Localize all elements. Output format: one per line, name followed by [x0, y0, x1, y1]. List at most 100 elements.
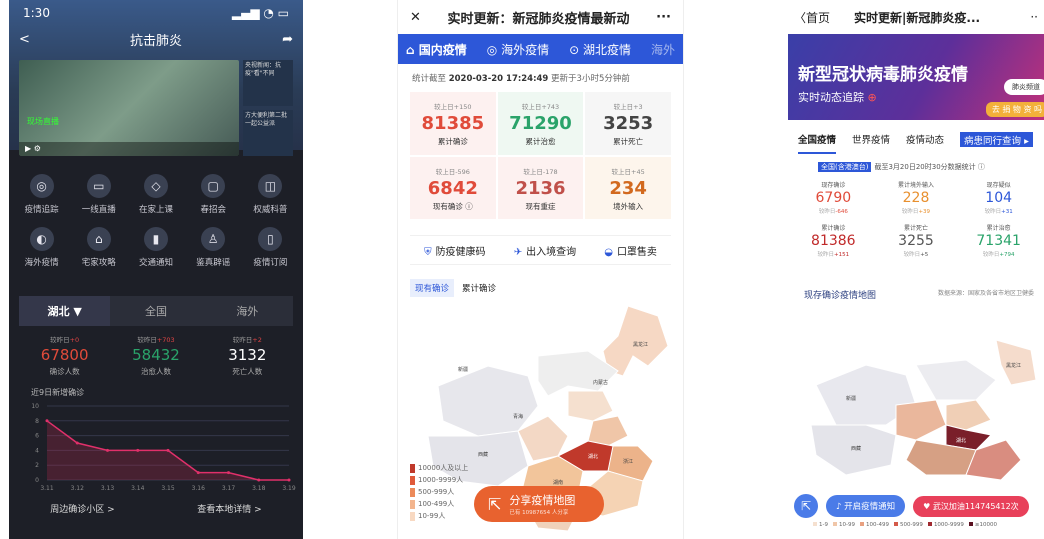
card-label: 现有确诊 ⓘ — [432, 201, 473, 211]
feature-item[interactable]: ◐ 海外疫情 — [13, 227, 70, 268]
more-icon[interactable]: ··· — [656, 10, 671, 25]
share-label: 分享疫情地图 — [509, 494, 576, 507]
feature-item[interactable]: ◎ 疫情追踪 — [13, 174, 70, 215]
feature-item[interactable]: ▮ 交通通知 — [127, 227, 184, 268]
stat-label: 累计治愈 — [986, 225, 1011, 232]
local-detail-link[interactable]: 查看本地详情 > — [197, 502, 261, 515]
legend-label: 1-9 — [819, 522, 828, 528]
svg-text:新疆: 新疆 — [846, 395, 856, 402]
feature-item[interactable]: ♙ 鉴真辟谣 — [185, 227, 242, 268]
back-icon[interactable]: < — [19, 32, 30, 47]
share-map-button[interactable]: ⇱ 分享疫情地图 已有 10987654 人分享 — [474, 486, 604, 522]
tab-national[interactable]: 全国疫情 — [798, 132, 837, 154]
legend-swatch — [410, 487, 415, 497]
health-code-button[interactable]: ⛨ 防疫健康码 — [424, 243, 486, 258]
feature-item[interactable]: ◇ 在家上课 — [127, 174, 184, 215]
stat-item: 较昨日+2 3132 死亡人数 — [202, 334, 293, 377]
scope-tag: 全国(含港澳台) — [818, 162, 872, 172]
video-player[interactable]: 现场直播 ▶ ⚙ — [19, 60, 239, 156]
feature-item[interactable]: ▯ 疫情订阅 — [242, 227, 299, 268]
tab-news[interactable]: 疫情动态 — [906, 132, 944, 154]
tab-label: 湖北疫情 — [582, 42, 631, 57]
close-icon[interactable]: ✕ — [410, 10, 421, 25]
stat-value: 81386 — [811, 233, 856, 249]
heart-icon: ♥ — [923, 501, 933, 511]
side-video-2[interactable]: 方大便利第二批一起公益派 — [243, 110, 293, 156]
tab-national[interactable]: 全国 — [110, 296, 201, 326]
epidemic-tabs: ⌂ 国内疫情 ◎ 海外疫情 ⊙ 湖北疫情 海外 — [398, 34, 683, 64]
data-point — [196, 471, 200, 475]
legend-swatch — [813, 522, 817, 526]
stat-diff-prefix: 较昨日 — [50, 336, 70, 344]
clock: 1:30 — [23, 6, 50, 20]
stat-card: 较上日+45 234 境外输入 — [585, 156, 671, 219]
tab-travel-query[interactable]: 病患同行查询 ▸ — [960, 132, 1033, 147]
tab-hubei[interactable]: ⊙ 湖北疫情 — [569, 41, 631, 58]
channel-pill[interactable]: 肺炎频道 — [1004, 79, 1044, 95]
tabs: 全国疫情 世界疫情 疫情动态 病患同行查询 ▸ — [788, 120, 1044, 154]
x-tick-label: 3.12 — [71, 485, 85, 492]
feature-label: 疫情追踪 — [24, 205, 59, 215]
feature-icon: ◇ — [143, 174, 168, 198]
data-scope: 全国(含港澳台) 截至3月20日20时30分数据统计 ⓘ — [788, 154, 1044, 172]
china-map-2[interactable]: 新疆 黑龙江 西藏 湖北 — [806, 325, 1044, 495]
stat-diff-value: +151 — [834, 252, 850, 258]
tab-cumulative[interactable]: 累计确诊 — [462, 279, 496, 297]
donate-pill[interactable]: 去 捐 物 资 吗 — [985, 102, 1044, 117]
mask-sale-button[interactable]: ◒ 口罩售卖 — [604, 243, 657, 258]
side-video-1[interactable]: 央视新闻：抗疫"看"不同 — [243, 60, 293, 106]
cheer-button[interactable]: ♥ 武汉加油114745412次 — [913, 495, 1029, 517]
notify-button[interactable]: ♪ 开启疫情通知 — [826, 495, 906, 517]
feature-icon: ▭ — [86, 174, 111, 198]
border-query-button[interactable]: ✈ 出入境查询 — [514, 243, 576, 258]
stat-card: 较上日+3 3253 累计死亡 — [585, 92, 671, 155]
tab-overseas[interactable]: 海外 — [202, 296, 293, 326]
feature-item[interactable]: ◫ 权威科普 — [242, 174, 299, 215]
legend-swatch — [893, 522, 898, 526]
tab-domestic[interactable]: ⌂ 国内疫情 — [406, 41, 467, 58]
back-home-button[interactable]: 〈首页 — [794, 9, 830, 26]
stat-diff-prefix: 较昨日 — [901, 209, 919, 215]
more-icon[interactable]: ·· — [1030, 10, 1038, 24]
stat-item: 累计确诊 81386 较昨日+151 — [792, 223, 875, 258]
card-label: 境外输入 — [613, 201, 644, 211]
feature-icon: ▯ — [258, 227, 283, 251]
live-video[interactable]: 现场直播 ▶ ⚙ 央视新闻：抗疫"看"不同 方大便利第二批一起公益派 — [19, 60, 293, 156]
y-tick-label: 8 — [35, 418, 39, 425]
settings-icon[interactable]: ⚙ — [34, 144, 41, 153]
tab-world[interactable]: 世界疫情 — [852, 132, 890, 154]
banner: 新型冠状病毒肺炎疫情 实时动态追踪 ⊕ 肺炎频道 去 捐 物 资 吗 — [788, 34, 1044, 120]
tab-hubei[interactable]: 湖北 ▼ — [19, 296, 111, 326]
nearby-link[interactable]: 周边确诊小区 > — [50, 502, 114, 515]
stat-diff-value: +5 — [920, 252, 929, 258]
card-diff: 较上日+150 — [434, 103, 472, 111]
feature-item[interactable]: ▭ 一线直播 — [70, 174, 127, 215]
external-link-icon[interactable]: ⇱ — [794, 494, 818, 518]
footer-links: 周边确诊小区 > 查看本地详情 > — [9, 502, 303, 515]
notify-label: 开启疫情通知 — [844, 502, 896, 512]
stat-card: 较上日-596 6842 现有确诊 ⓘ — [410, 156, 496, 219]
status-bar: 1:30 ▂▄▆ ◔ ▭ — [9, 0, 303, 24]
service-bar: ⛨ 防疫健康码 ✈ 出入境查询 ◒ 口罩售卖 — [410, 235, 671, 265]
play-icon[interactable]: ▶ — [25, 144, 31, 153]
card-label: 累计确诊 — [437, 137, 468, 146]
stat-diff: 较昨日+794 — [957, 250, 1040, 258]
stat-item: 累计治愈 71341 较昨日+794 — [957, 223, 1040, 258]
update-info: 统计截至 2020-03-20 17:24:49 更新于3小时5分钟前 — [398, 64, 683, 92]
legend-item: 10-99人 — [410, 510, 468, 522]
tab-overseas-2[interactable]: 海外 — [651, 41, 675, 58]
feature-item[interactable]: ⌂ 宅家攻略 — [70, 227, 127, 268]
legend-swatch — [968, 522, 973, 526]
stat-diff-prefix: 较昨日 — [818, 209, 836, 215]
tab-overseas[interactable]: ◎ 海外疫情 — [487, 41, 549, 58]
x-tick-label: 3.14 — [131, 485, 145, 492]
card-value: 71290 — [509, 113, 572, 134]
video-controls[interactable]: ▶ ⚙ — [19, 142, 239, 156]
share-icon[interactable]: ➦ — [282, 32, 293, 47]
data-point — [227, 471, 230, 475]
feature-label: 权威科普 — [253, 205, 288, 215]
feature-item[interactable]: ▢ 春招会 — [185, 174, 242, 215]
feature-label: 春招会 — [200, 205, 226, 215]
data-point — [287, 478, 291, 482]
tab-current[interactable]: 现有确诊 — [410, 279, 455, 297]
